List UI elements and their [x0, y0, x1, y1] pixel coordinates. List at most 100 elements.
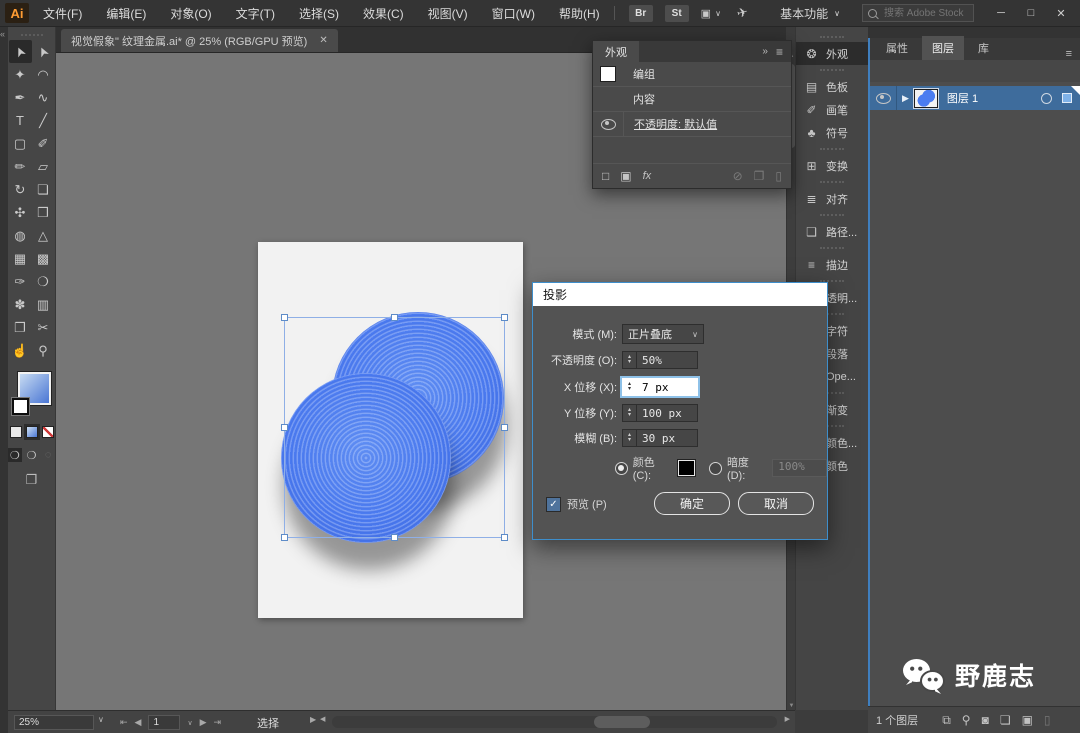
dock-pathfinder[interactable]: ❑ 路径... — [796, 220, 868, 243]
appearance-row-contents[interactable]: 内容 — [593, 87, 791, 112]
selection-tool[interactable]: ➤ — [8, 40, 32, 63]
hand-tool[interactable]: ☝ — [9, 339, 32, 362]
paintbrush-tool[interactable]: ✐ — [32, 132, 55, 155]
dock-transform[interactable]: ⊞ 变换 — [796, 154, 868, 177]
color-mode-button[interactable] — [9, 426, 22, 438]
appearance-row-label[interactable]: 不透明度: 默认值 — [634, 116, 717, 132]
document-tab[interactable]: 视觉假象" 纹理金属.ai* @ 25% (RGB/GPU 预览) ✕ — [61, 29, 338, 52]
menu-item[interactable]: 帮助(H) — [559, 5, 600, 22]
blur-input[interactable] — [637, 429, 698, 447]
selection-handle[interactable] — [390, 534, 398, 541]
close-button[interactable]: ✕ — [1048, 4, 1074, 22]
menu-item[interactable]: 选择(S) — [299, 5, 339, 22]
layer-visibility-eye-icon[interactable] — [875, 92, 891, 104]
scroll-right-icon[interactable]: ▶ — [785, 715, 790, 723]
stock-button[interactable]: St — [664, 4, 689, 22]
scale-tool[interactable]: ❏ — [32, 178, 55, 201]
appearance-row-opacity[interactable]: 不透明度: 默认值 — [593, 112, 791, 137]
type-tool[interactable]: T — [9, 109, 32, 132]
stroke-swatch[interactable] — [12, 398, 29, 415]
x-offset-stepper[interactable]: ▴ ▾ — [622, 378, 637, 396]
mode-select[interactable]: 正片叠底 ∨ — [622, 324, 704, 344]
symbol-sprayer-tool[interactable]: ✽ — [9, 293, 32, 316]
selection-handle[interactable] — [501, 314, 508, 321]
panel-grip[interactable] — [20, 34, 43, 36]
menu-item[interactable]: 文字(T) — [236, 5, 275, 22]
bridge-button[interactable]: Br — [628, 4, 653, 22]
zoom-tool[interactable]: ⚲ — [32, 339, 55, 362]
previous-artboard-icon[interactable]: ◀ — [135, 717, 142, 728]
collapse-panel-icon[interactable]: » — [762, 46, 768, 57]
shape-builder-tool[interactable]: ◍ — [9, 224, 32, 247]
search-input[interactable] — [882, 6, 966, 20]
scrollbar-thumb[interactable] — [594, 716, 650, 728]
make-clipping-mask-icon[interactable]: ◙ — [982, 713, 989, 728]
selection-handle[interactable] — [390, 314, 398, 321]
lasso-tool[interactable]: ◠ — [32, 63, 55, 86]
dialog-title[interactable]: 投影 — [533, 283, 827, 306]
dock-brushes[interactable]: ✐ 画笔 — [796, 98, 868, 121]
gradient-mode-button[interactable] — [25, 426, 38, 438]
gradient-tool[interactable]: ▩ — [32, 247, 55, 270]
panel-menu-icon[interactable]: ≡ — [1066, 48, 1080, 60]
share-icon[interactable]: ✈ — [735, 4, 750, 22]
column-graph-tool[interactable]: ▥ — [32, 293, 55, 316]
panel-grip[interactable] — [820, 181, 844, 183]
close-tab-icon[interactable]: ✕ — [319, 35, 327, 46]
menu-item[interactable]: 效果(C) — [363, 5, 404, 22]
locate-object-icon[interactable]: ⚲ — [962, 713, 971, 728]
next-artboard-icon[interactable]: ▶ — [200, 717, 207, 728]
selection-handle[interactable] — [501, 423, 508, 431]
rotate-tool[interactable]: ↻ — [9, 178, 32, 201]
color-radio[interactable] — [614, 461, 628, 475]
tab-libraries[interactable]: 库 — [968, 36, 999, 60]
draw-inside-mode[interactable]: ◌ — [41, 448, 55, 462]
artboard-number-field[interactable]: 1 — [148, 715, 181, 730]
stock-search-box[interactable] — [862, 4, 974, 22]
scroll-left-icon[interactable]: ◀ — [320, 715, 325, 723]
layer-thumbnail[interactable] — [913, 88, 938, 108]
layer-target-icon[interactable] — [1041, 92, 1052, 104]
expand-layer-icon[interactable]: ▶ — [902, 93, 909, 104]
shadow-color-swatch[interactable] — [678, 460, 695, 476]
add-new-fill-icon[interactable]: ▣ — [620, 169, 631, 183]
screen-mode-button[interactable]: ❐ — [8, 472, 55, 488]
tab-properties[interactable]: 属性 — [876, 36, 918, 60]
status-expand-icon[interactable]: ▶ — [310, 715, 316, 724]
selection-bounding-box[interactable] — [281, 314, 508, 541]
artboard-dropdown-icon[interactable]: ∨ — [187, 719, 192, 727]
menu-item[interactable]: 编辑(E) — [106, 5, 146, 22]
first-artboard-icon[interactable]: ⇤ — [120, 717, 128, 728]
add-new-stroke-icon[interactable]: □ — [602, 169, 609, 183]
preview-checkbox[interactable]: ✓ — [546, 496, 561, 512]
layer-name[interactable]: 图层 1 — [947, 90, 978, 106]
selection-handle[interactable] — [281, 314, 288, 321]
dock-stroke[interactable]: ≡ 描边 — [796, 253, 868, 276]
blur-stepper[interactable]: ▴ ▾ — [622, 429, 637, 447]
dock-appearance[interactable]: ❂ 外观 — [796, 42, 868, 65]
free-transform-tool[interactable]: ❒ — [32, 201, 55, 224]
perspective-grid-tool[interactable]: △ — [32, 224, 55, 247]
eyedropper-tool[interactable]: ✑ — [9, 270, 32, 293]
draw-normal-mode[interactable]: ❍ — [8, 448, 22, 462]
new-layer-icon[interactable]: ▣ — [1022, 713, 1033, 728]
collapse-toolbar-icon[interactable]: « — [0, 29, 5, 39]
selection-handle[interactable] — [281, 423, 288, 431]
magic-wand-tool[interactable]: ✦ — [9, 63, 32, 86]
line-segment-tool[interactable]: ╱ — [32, 109, 55, 132]
opacity-stepper[interactable]: ▴ ▾ — [622, 351, 637, 369]
zoom-level-field[interactable]: 25% — [14, 715, 94, 730]
pen-tool[interactable]: ✒ — [9, 86, 32, 109]
slice-tool[interactable]: ✂ — [32, 316, 55, 339]
x-offset-input[interactable] — [637, 378, 698, 396]
opacity-input[interactable] — [637, 351, 698, 369]
collect-for-export-icon[interactable]: ⧉ — [942, 713, 951, 728]
appearance-row-group[interactable]: 编组 — [593, 62, 791, 87]
selection-handle[interactable] — [281, 534, 288, 541]
shaper-tool[interactable]: ✏ — [9, 155, 32, 178]
width-tool[interactable]: ✣ — [9, 201, 32, 224]
add-new-effect-icon[interactable]: fx — [643, 170, 652, 182]
zoom-dropdown-icon[interactable]: ∨ — [98, 715, 104, 724]
panel-grip[interactable] — [820, 247, 844, 249]
new-sublayer-icon[interactable]: ❏ — [1000, 713, 1011, 728]
